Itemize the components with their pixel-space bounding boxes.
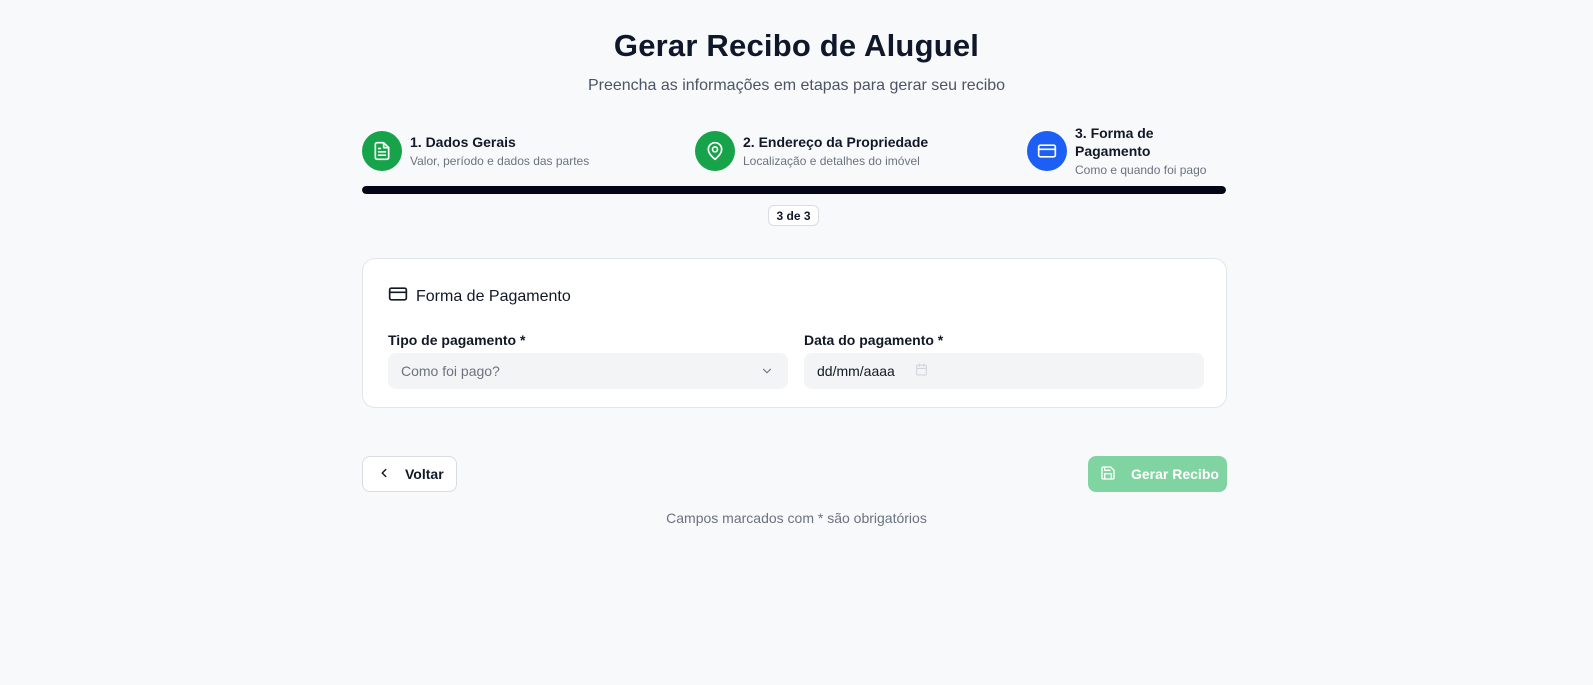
step-title: 2. Endereço da Propriedade (743, 134, 929, 150)
step-title: 1. Dados Gerais (410, 134, 516, 150)
payment-type-label: Tipo de pagamento * (388, 332, 526, 348)
payment-date-field: Data do pagamento * dd/mm/aaaa (804, 331, 1204, 389)
required-fields-note: Campos marcados com * são obrigatórios (666, 510, 927, 526)
stepper: 1. Dados Gerais Valor, período e dados d… (362, 125, 1228, 177)
generate-receipt-button[interactable]: Gerar Recibo (1088, 456, 1227, 492)
payment-type-placeholder: Como foi pago? (401, 363, 500, 379)
step-dados-gerais[interactable]: 1. Dados Gerais Valor, período e dados d… (362, 130, 589, 172)
payment-type-select[interactable]: Como foi pago? (388, 353, 788, 389)
payment-card: Forma de Pagamento Tipo de pagamento * C… (362, 258, 1227, 408)
chevron-down-icon (760, 364, 774, 381)
back-button[interactable]: Voltar (362, 456, 457, 492)
step-title: 3. Forma de Pagamento (1075, 125, 1154, 159)
card-title: Forma de Pagamento (416, 287, 571, 305)
payment-date-label: Data do pagamento * (804, 332, 944, 348)
page-title: Gerar Recibo de Aluguel (613, 28, 980, 63)
step-forma-pagamento[interactable]: 3. Forma de Pagamento Como e quando foi … (1027, 125, 1228, 177)
step-counter-badge: 3 de 3 (768, 205, 819, 226)
payment-type-field: Tipo de pagamento * Como foi pago? (388, 331, 788, 389)
step-description: Como e quando foi pago (1075, 163, 1207, 177)
document-icon (362, 131, 402, 171)
payment-date-value: dd/mm/aaaa (817, 363, 895, 379)
calendar-icon[interactable] (915, 363, 928, 379)
page: Gerar Recibo de Aluguel Preencha as info… (0, 0, 1593, 685)
card-header: Forma de Pagamento (388, 284, 571, 309)
map-pin-icon (695, 131, 735, 171)
step-description: Valor, período e dados das partes (410, 154, 590, 168)
chevron-left-icon (377, 466, 391, 483)
payment-date-input[interactable]: dd/mm/aaaa (804, 353, 1204, 389)
step-endereco[interactable]: 2. Endereço da Propriedade Localização e… (695, 130, 928, 172)
progress-fill (362, 186, 1226, 194)
save-icon (1100, 465, 1116, 484)
step-description: Localização e detalhes do imóvel (743, 154, 920, 168)
back-button-label: Voltar (405, 466, 444, 482)
credit-card-icon (1027, 131, 1067, 171)
generate-button-label: Gerar Recibo (1131, 466, 1219, 482)
page-subtitle: Preencha as informações em etapas para g… (587, 77, 1006, 94)
progress-bar (362, 186, 1226, 194)
credit-card-icon (388, 284, 408, 309)
